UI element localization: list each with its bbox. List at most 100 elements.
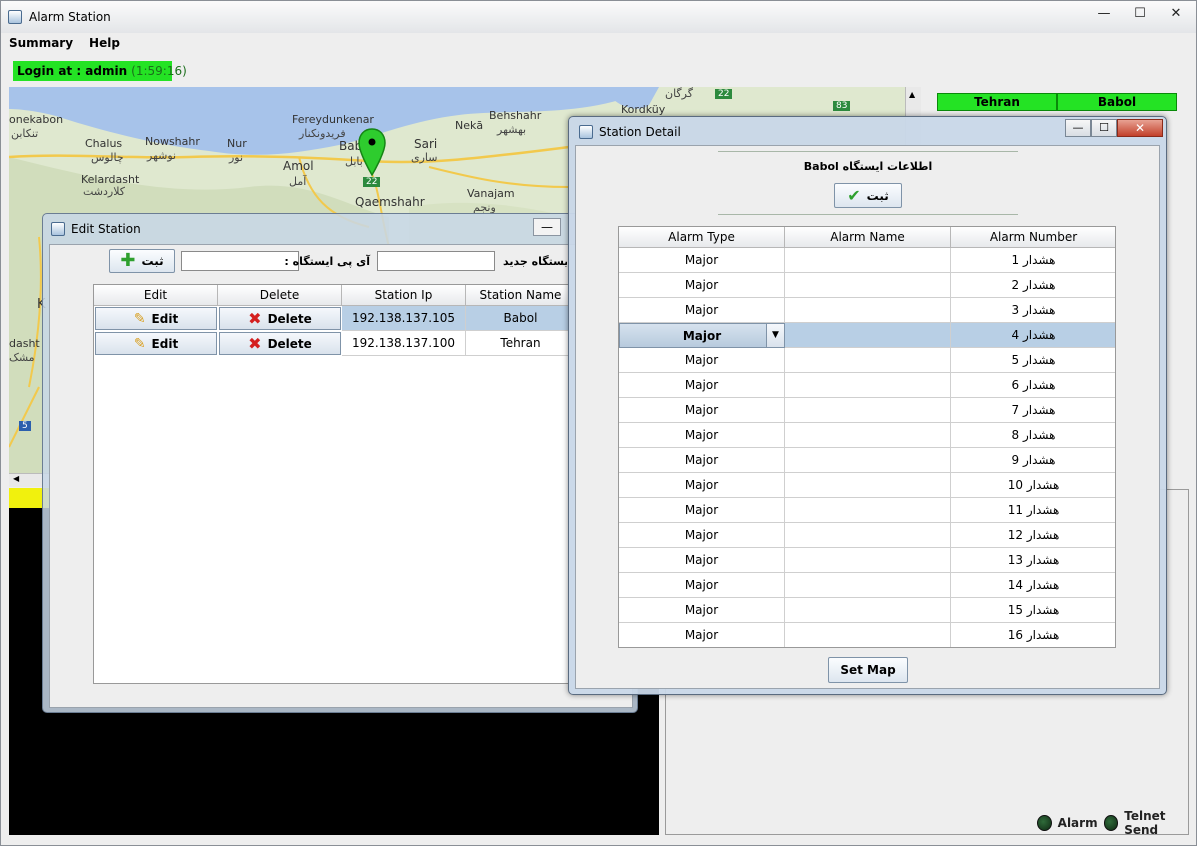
map-label: Qaemshahr (355, 195, 425, 209)
dialog-icon (51, 222, 65, 236)
alarm-type-dropdown[interactable]: Major ▼ (619, 323, 785, 348)
delete-button[interactable]: ✖ Delete (219, 332, 341, 355)
alarm-number-cell[interactable]: هشدار 13 (951, 548, 1115, 573)
alarm-name-cell[interactable] (785, 423, 951, 448)
map-label: کلاردشت (83, 185, 126, 198)
alarm-name-cell[interactable] (785, 323, 951, 348)
alarm-type-cell[interactable]: Major (619, 273, 785, 298)
alarm-type-cell[interactable]: Major (619, 523, 785, 548)
alarm-number-cell[interactable]: هشدار 11 (951, 498, 1115, 523)
alarm-number-cell[interactable]: هشدار 2 (951, 273, 1115, 298)
delete-label: Delete (267, 311, 312, 326)
alarm-name-cell[interactable] (785, 573, 951, 598)
alarm-name-cell[interactable] (785, 248, 951, 273)
column-header-alarm-type[interactable]: Alarm Type (619, 227, 785, 248)
map-pin-icon[interactable] (357, 127, 387, 179)
alarm-name-cell[interactable] (785, 298, 951, 323)
alarm-name-cell[interactable] (785, 348, 951, 373)
alarm-name-cell[interactable] (785, 473, 951, 498)
alarm-type-cell[interactable]: Major (619, 473, 785, 498)
dropdown-arrow-icon[interactable]: ▼ (766, 324, 784, 347)
alarm-number-cell[interactable]: هشدار 6 (951, 373, 1115, 398)
minimize-button[interactable]: — (1092, 5, 1116, 23)
alarm-type-cell[interactable]: Major (619, 398, 785, 423)
set-map-label: Set Map (840, 663, 896, 677)
delete-icon: ✖ (248, 309, 262, 328)
menu-help[interactable]: Help (87, 34, 122, 54)
station-ip-cell[interactable]: 192.138.137.100 (342, 331, 466, 356)
station-badge-tehran[interactable]: Tehran (937, 93, 1057, 111)
menu-summary[interactable]: Summary (7, 34, 75, 54)
alarm-number-cell[interactable]: هشدار 3 (951, 298, 1115, 323)
alarm-name-cell[interactable] (785, 548, 951, 573)
alarm-table: Alarm Type Alarm Name Alarm Number Major… (618, 226, 1116, 648)
station-badge-babol[interactable]: Babol (1057, 93, 1177, 111)
road-shield: 5 (19, 421, 31, 431)
column-header-edit[interactable]: Edit (94, 285, 218, 306)
minimize-button[interactable]: — (1065, 119, 1091, 137)
alarm-number-cell[interactable]: هشدار 14 (951, 573, 1115, 598)
station-name-cell[interactable]: Tehran (466, 331, 568, 356)
alarm-number-cell[interactable]: هشدار 8 (951, 423, 1115, 448)
minimize-button[interactable]: — (533, 218, 561, 236)
map-label: نوشهر (147, 149, 177, 162)
alarm-type-cell[interactable]: Major (619, 623, 785, 647)
station-name-cell[interactable]: Babol (466, 306, 568, 331)
alarm-name-cell[interactable] (785, 523, 951, 548)
alarm-type-cell[interactable]: Major (619, 448, 785, 473)
delete-button[interactable]: ✖ Delete (219, 307, 341, 330)
alarm-name-cell[interactable] (785, 373, 951, 398)
map-label: onekabon (9, 113, 64, 126)
alarm-type-cell[interactable]: Major (619, 423, 785, 448)
alarm-type-cell[interactable]: Major (619, 498, 785, 523)
map-label: گرگان (665, 87, 693, 100)
alarm-name-cell[interactable] (785, 498, 951, 523)
map-label: Nowshahr (145, 135, 200, 148)
edit-button[interactable]: ✎ Edit (95, 332, 217, 355)
alarm-name-cell[interactable] (785, 598, 951, 623)
main-titlebar[interactable]: Alarm Station — ☐ ✕ (1, 1, 1196, 33)
alarm-type-cell[interactable]: Major (619, 348, 785, 373)
alarm-type-cell[interactable]: Major (619, 298, 785, 323)
alarm-number-cell[interactable]: هشدار 1 (951, 248, 1115, 273)
dialog-icon (579, 125, 593, 139)
column-header-station-name[interactable]: Station Name (466, 285, 568, 306)
column-header-station-ip[interactable]: Station Ip (342, 285, 466, 306)
alarm-number-cell[interactable]: هشدار 10 (951, 473, 1115, 498)
column-header-delete[interactable]: Delete (218, 285, 342, 306)
maximize-button[interactable]: ☐ (1128, 5, 1152, 23)
alarm-led-icon (1037, 815, 1052, 831)
alarm-number-cell[interactable]: هشدار 15 (951, 598, 1115, 623)
alarm-name-cell[interactable] (785, 623, 951, 647)
alarm-number-cell[interactable]: هشدار 16 (951, 623, 1115, 647)
add-station-button[interactable]: ✚ ثبت (109, 249, 175, 273)
edit-button[interactable]: ✎ Edit (95, 307, 217, 330)
alarm-type-cell[interactable]: Major (619, 373, 785, 398)
scroll-up-icon[interactable]: ▲ (909, 90, 915, 99)
alarm-type-cell[interactable]: Major (619, 248, 785, 273)
close-button[interactable]: ✕ (1164, 5, 1188, 23)
alarm-type-cell[interactable]: Major (619, 548, 785, 573)
set-map-button[interactable]: Set Map (828, 657, 908, 683)
scroll-left-icon[interactable]: ◀ (13, 474, 19, 483)
alarm-number-cell[interactable]: هشدار 12 (951, 523, 1115, 548)
station-name-input[interactable] (377, 251, 495, 271)
alarm-number-cell[interactable]: هشدار 5 (951, 348, 1115, 373)
alarm-number-cell[interactable]: هشدار 9 (951, 448, 1115, 473)
login-text: Login at : admin (17, 64, 128, 78)
station-ip-cell[interactable]: 192.138.137.105 (342, 306, 466, 331)
alarm-type-cell[interactable]: Major (619, 598, 785, 623)
close-button[interactable]: ✕ (1117, 119, 1163, 137)
alarm-name-cell[interactable] (785, 398, 951, 423)
submit-button[interactable]: ✔ ثبت (834, 183, 902, 208)
map-label: Kordküy (621, 103, 666, 116)
alarm-type-cell[interactable]: Major (619, 573, 785, 598)
alarm-name-cell[interactable] (785, 273, 951, 298)
station-ip-input[interactable] (181, 251, 299, 271)
column-header-alarm-name[interactable]: Alarm Name (785, 227, 951, 248)
alarm-name-cell[interactable] (785, 448, 951, 473)
column-header-alarm-number[interactable]: Alarm Number (951, 227, 1115, 248)
alarm-number-cell[interactable]: هشدار 4 (951, 323, 1115, 348)
alarm-number-cell[interactable]: هشدار 7 (951, 398, 1115, 423)
maximize-button[interactable]: ☐ (1091, 119, 1117, 137)
